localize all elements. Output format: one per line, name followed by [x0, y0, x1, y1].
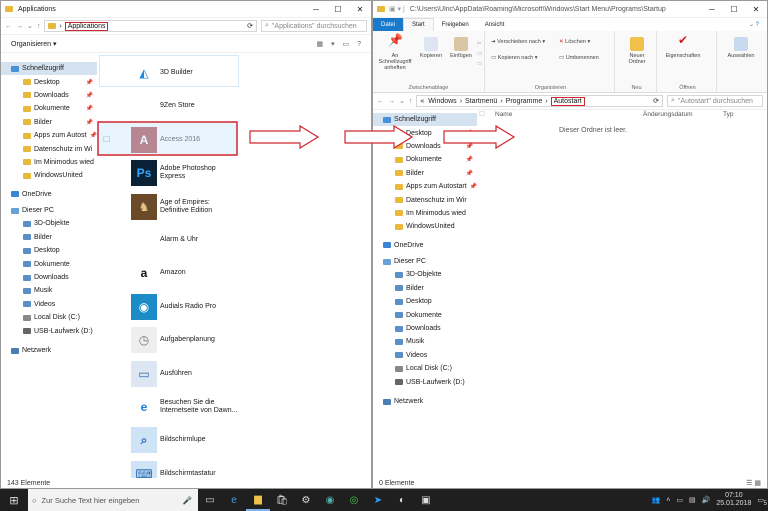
store-icon[interactable]: 🛍 — [270, 489, 294, 511]
notification-badge: 5 — [763, 501, 767, 507]
arrow-icon — [249, 124, 320, 150]
arrow-icon — [344, 124, 414, 150]
microphone-icon[interactable]: 🎤 — [183, 496, 198, 505]
clock-date: 25.01.2018 — [716, 500, 752, 507]
arrow-icon — [443, 124, 516, 150]
highlight-box — [97, 121, 238, 156]
whatsapp-icon[interactable]: ◎ — [342, 489, 366, 511]
network-icon[interactable]: ▤ — [689, 496, 696, 504]
battery-icon[interactable]: ▭ — [676, 496, 683, 504]
clock-time: 07:10 — [725, 492, 743, 499]
settings-icon[interactable]: ⚙ — [294, 489, 318, 511]
clock[interactable]: 07:10 25.01.2018 — [716, 492, 751, 508]
annotation-overlay — [97, 121, 516, 156]
task-view-icon[interactable]: ▭ — [198, 489, 222, 511]
taskbar-search-placeholder: Zur Suche Text hier eingeben — [41, 495, 140, 505]
file-explorer-icon[interactable]: ▆ — [246, 489, 270, 511]
taskbar: ⊞ ○ Zur Suche Text hier eingeben 🎤 ▭ e ▆… — [0, 489, 768, 511]
volume-icon[interactable]: 🔊 — [702, 496, 711, 504]
edge-icon[interactable]: e — [222, 489, 246, 511]
telegram-icon[interactable]: ➤ — [366, 489, 390, 511]
people-icon[interactable]: 👥 — [652, 496, 661, 504]
chevron-up-icon[interactable]: ˄ — [666, 497, 670, 504]
action-center-icon[interactable]: ▭ 5 — [757, 496, 767, 507]
app-icon[interactable]: ▣ — [414, 489, 438, 511]
search-icon: ○ — [32, 495, 37, 505]
app-icon[interactable]: ◐ — [390, 489, 414, 511]
app-icon[interactable]: ◉ — [318, 489, 342, 511]
system-tray: 👥 ˄ ▭ ▤ 🔊 07:10 25.01.2018 ▭ 5 — [652, 492, 768, 508]
taskbar-search-input[interactable]: ○ Zur Suche Text hier eingeben 🎤 — [28, 489, 198, 511]
start-button[interactable]: ⊞ — [0, 489, 28, 511]
